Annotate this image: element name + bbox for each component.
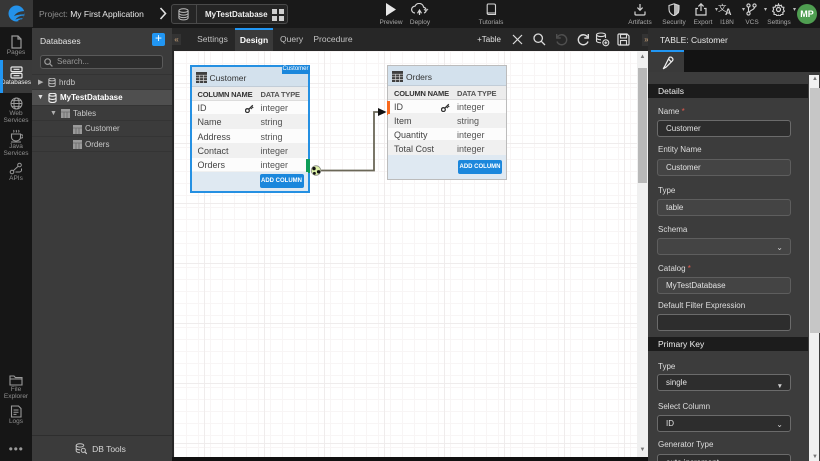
svg-text:A: A	[725, 7, 732, 16]
